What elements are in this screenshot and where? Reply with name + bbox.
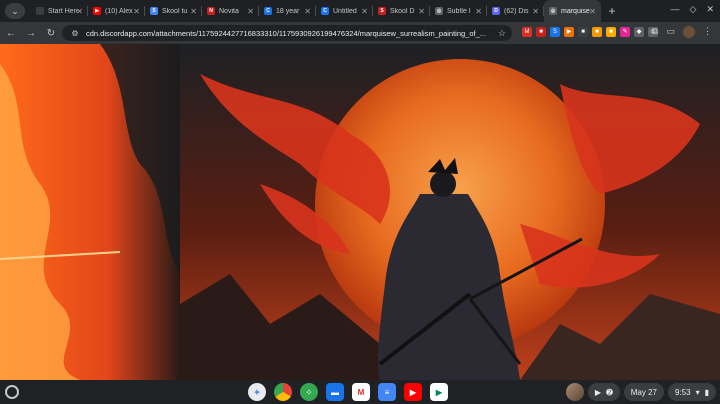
ext-amber-icon[interactable]: ■ <box>592 27 602 37</box>
tab-close-icon[interactable]: ✕ <box>589 7 596 16</box>
bookmark-star-icon[interactable]: ☆ <box>498 28 506 39</box>
window-controls: — ◇ ✕ <box>671 4 714 15</box>
play-store-icon[interactable]: ▶ <box>430 383 448 401</box>
ext-orange-icon[interactable]: ▶ <box>564 27 574 37</box>
status-tray: ▶ ➋ May 27 9:53 ▾ ▮ <box>565 383 716 401</box>
tab-title: Subtle I <box>447 7 471 15</box>
url-text[interactable]: cdn.discordapp.com/attachments/117592442… <box>86 29 486 38</box>
media-controls[interactable]: ▶ ➋ <box>587 383 620 401</box>
tab-title: Skool tu <box>162 7 188 15</box>
youtube-icon[interactable]: ▶ <box>404 383 422 401</box>
extensions-puzzle-icon[interactable]: ⧉ <box>652 26 658 38</box>
quick-settings[interactable]: 9:53 ▾ ▮ <box>668 383 716 401</box>
gmail-icon[interactable]: M <box>352 383 370 401</box>
ext-dark-icon[interactable]: ■ <box>578 27 588 37</box>
back-button[interactable]: ← <box>2 28 20 39</box>
image-viewer <box>0 44 720 380</box>
chromeos-shelf: ✦ ⁘ ▬ M ≡ ▶ ▶ ▶ ➋ May 27 9:53 ▾ ▮ <box>0 380 720 404</box>
tab-list: Start Here ✕ ▶ (10) Alex ✕ S Skool tu ✕ N Novita ✕… <box>31 0 601 22</box>
tab-close-icon[interactable]: ✕ <box>133 7 140 16</box>
forward-button[interactable]: → <box>22 28 40 39</box>
assistant-icon[interactable]: ✦ <box>248 383 266 401</box>
tab-close-icon[interactable]: ✕ <box>532 7 539 16</box>
tab-0[interactable]: Start Here ✕ <box>31 0 88 22</box>
play-icon[interactable]: ▶ <box>595 388 601 397</box>
docs-icon[interactable]: ≡ <box>378 383 396 401</box>
tab-favicon-icon <box>36 7 44 15</box>
tab-close-icon[interactable]: ✕ <box>418 7 425 16</box>
new-tab-button[interactable]: + <box>605 4 619 18</box>
tab-8[interactable]: D (62) Dis ✕ <box>487 0 544 22</box>
date-text: May 27 <box>630 387 657 397</box>
tab-favicon-icon: S <box>378 7 386 15</box>
close-icon[interactable]: ✕ <box>706 4 714 15</box>
menu-kebab-icon[interactable]: ⋮ <box>703 26 712 38</box>
tab-favicon-icon: D <box>492 7 500 15</box>
tab-9[interactable]: ◎ marquise ✕ <box>544 0 601 22</box>
tab-2[interactable]: S Skool tu ✕ <box>145 0 202 22</box>
tab-favicon-icon: S <box>150 7 158 15</box>
browser-toolbar: ← → ↻ ⚙ cdn.discordapp.com/attachments/1… <box>0 22 720 44</box>
battery-icon: ▮ <box>704 387 709 397</box>
chevron-down-icon: ⌄ <box>11 5 19 16</box>
side-panel-icon[interactable]: ▭ <box>666 26 675 38</box>
ext-amber2-icon[interactable]: ■ <box>606 27 616 37</box>
tab-close-icon[interactable]: ✕ <box>304 7 311 16</box>
tab-favicon-icon: ◎ <box>549 7 557 15</box>
reload-button[interactable]: ↻ <box>42 28 60 39</box>
tab-title: (62) Dis <box>504 7 529 15</box>
toolbar-right: ⧉ ▭ ⋮ <box>652 26 712 38</box>
tab-3[interactable]: N Novita ✕ <box>202 0 259 22</box>
badge-icon: ➋ <box>606 387 613 397</box>
tab-favicon-icon: ▶ <box>93 7 101 15</box>
minimize-icon[interactable]: — <box>671 4 680 15</box>
time-text: 9:53 <box>675 387 691 397</box>
tab-close-icon[interactable]: ✕ <box>475 7 482 16</box>
date-pill[interactable]: May 27 <box>623 383 664 401</box>
phone-hub-avatar[interactable] <box>565 383 584 401</box>
tab-title: Start Here <box>48 7 78 15</box>
tab-6[interactable]: S Skool D ✕ <box>373 0 430 22</box>
ext-red-icon[interactable]: M <box>522 27 532 37</box>
tab-favicon-icon: ◎ <box>435 7 443 15</box>
tab-4[interactable]: C 18 year ✕ <box>259 0 316 22</box>
ext-red2-icon[interactable]: ■ <box>536 27 546 37</box>
ext-blue-icon[interactable]: S <box>550 27 560 37</box>
samurai-painting <box>0 44 720 380</box>
chrome-icon[interactable] <box>274 383 292 401</box>
tab-title: 18 year <box>276 7 300 15</box>
tab-close-icon[interactable]: ✕ <box>76 7 83 16</box>
profile-avatar[interactable] <box>683 26 695 38</box>
tab-title: Untitled <box>333 7 357 15</box>
tab-close-icon[interactable]: ✕ <box>361 7 368 16</box>
files-icon[interactable]: ▬ <box>326 383 344 401</box>
tab-search-button[interactable]: ⌄ <box>5 3 25 19</box>
tab-title: (10) Alex <box>105 7 133 15</box>
tab-close-icon[interactable]: ✕ <box>190 7 197 16</box>
tab-7[interactable]: ◎ Subtle I ✕ <box>430 0 487 22</box>
tab-favicon-icon: N <box>207 7 215 15</box>
tab-5[interactable]: C Untitled ✕ <box>316 0 373 22</box>
tab-title: Novita <box>219 7 239 15</box>
pinned-apps: ✦ ⁘ ▬ M ≡ ▶ ▶ <box>248 383 448 401</box>
site-info-icon[interactable]: ⚙ <box>68 29 82 38</box>
tab-title: Skool D <box>390 7 415 15</box>
ext-pink-icon[interactable]: ✎ <box>620 27 630 37</box>
tab-favicon-icon: C <box>321 7 329 15</box>
extensions-row: M ■ S ▶ ■ ■ ■ ✎ ◆ ◎ <box>522 27 658 37</box>
launcher-button[interactable] <box>5 385 19 399</box>
app-grid-icon[interactable]: ⁘ <box>300 383 318 401</box>
tab-1[interactable]: ▶ (10) Alex ✕ <box>88 0 145 22</box>
tab-favicon-icon: C <box>264 7 272 15</box>
address-bar[interactable]: ⚙ cdn.discordapp.com/attachments/1175924… <box>62 25 512 41</box>
ext-gray-icon[interactable]: ◆ <box>634 27 644 37</box>
wifi-icon: ▾ <box>695 387 700 397</box>
tab-strip: ⌄ Start Here ✕ ▶ (10) Alex ✕ S Skool tu ✕ N Novit… <box>0 0 720 22</box>
maximize-icon[interactable]: ◇ <box>690 4 697 15</box>
tab-title: marquise <box>561 7 590 15</box>
tab-close-icon[interactable]: ✕ <box>247 7 254 16</box>
